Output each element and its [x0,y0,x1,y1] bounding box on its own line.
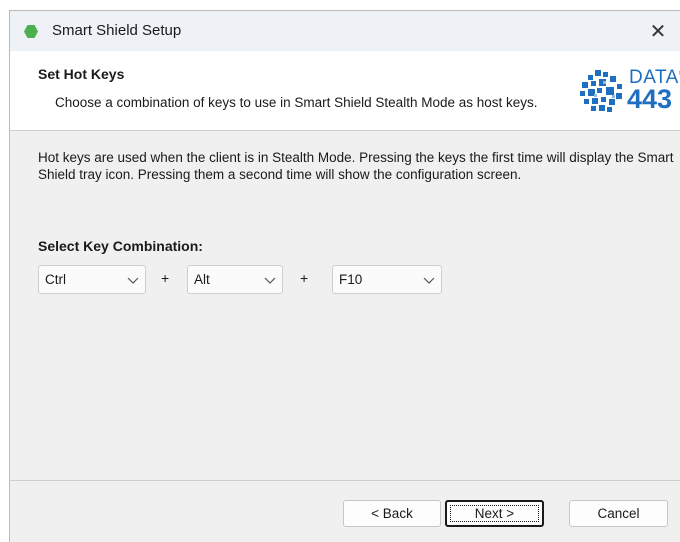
title-bar: Smart Shield Setup ✕ [10,11,680,51]
key2-dropdown[interactable]: Alt [187,265,283,294]
key1-value: Ctrl [45,272,66,287]
select-key-combination-label: Select Key Combination: [38,238,203,254]
chevron-down-icon [264,277,276,284]
focus-ring [450,505,539,522]
logo-number: 443 [627,84,673,114]
key1-dropdown[interactable]: Ctrl [38,265,146,294]
cancel-button[interactable]: Cancel [569,500,668,527]
key3-dropdown[interactable]: F10 [332,265,442,294]
chevron-down-icon [423,277,435,284]
logo-mark-icon [580,70,622,112]
page-subtitle: Choose a combination of keys to use in S… [55,95,538,110]
data443-logo: DATA® 443 [579,67,680,115]
close-icon: ✕ [649,20,667,43]
close-button[interactable]: ✕ [635,11,680,51]
next-button[interactable]: Next > [445,500,544,527]
key2-value: Alt [194,272,210,287]
description-text: Hot keys are used when the client is in … [38,150,674,182]
plus-separator: + [300,270,309,286]
page-title: Set Hot Keys [38,66,125,82]
plus-separator: + [161,270,170,286]
back-button[interactable]: < Back [343,500,441,527]
wizard-header: Set Hot Keys Choose a combination of key… [10,51,680,131]
chevron-down-icon [127,277,139,284]
window-title: Smart Shield Setup [52,22,182,39]
setup-window: Smart Shield Setup ✕ Set Hot Keys Choose… [9,10,680,542]
footer-divider [10,480,680,481]
back-button-label: < Back [371,506,413,521]
cancel-button-label: Cancel [597,506,640,521]
key3-value: F10 [339,272,363,287]
app-icon [24,25,38,38]
